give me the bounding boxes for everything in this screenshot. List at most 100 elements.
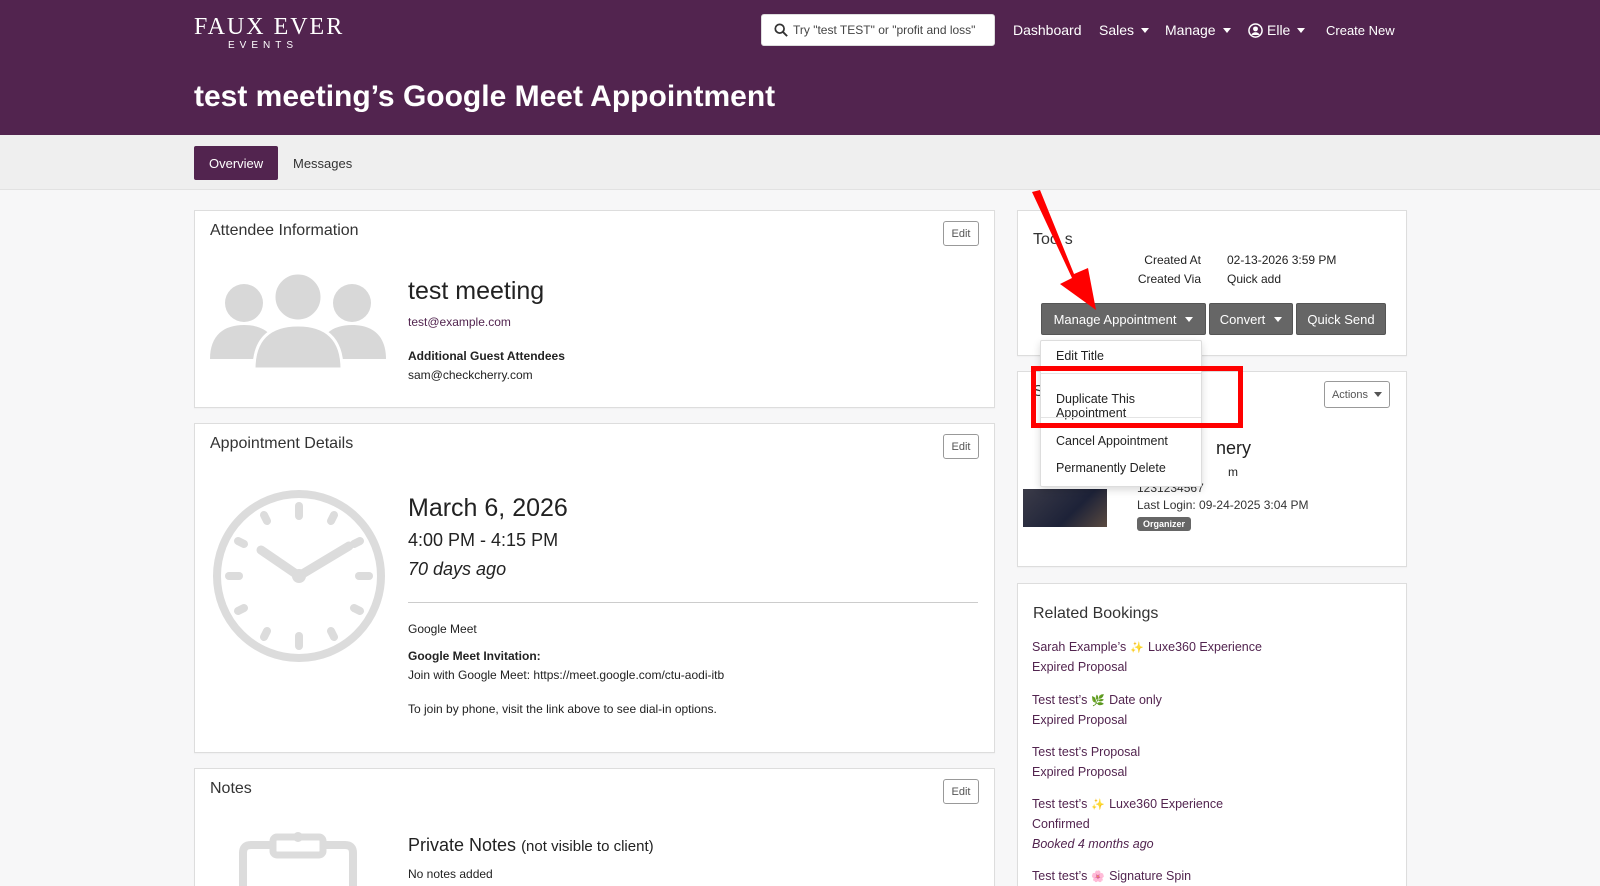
tab-messages[interactable]: Messages: [278, 146, 367, 180]
related-booking-name: Test test’s: [1032, 869, 1088, 883]
appointment-time: 4:00 PM - 4:15 PM: [408, 530, 559, 550]
staff-photo: [1023, 489, 1107, 527]
guest-attendees-label: Additional Guest Attendees: [408, 349, 565, 363]
related-booking-link[interactable]: Test test’s 🌿 Date only: [1032, 693, 1162, 707]
staff-last-login: Last Login: 09-24-2025 3:04 PM: [1137, 498, 1309, 512]
related-booking-package: Luxe360 Experience: [1147, 640, 1262, 654]
create-new-label: Create New: [1326, 23, 1395, 38]
related-booking-name: Test test’s: [1032, 797, 1088, 811]
user-circle-icon: [1248, 22, 1263, 38]
menu-item-delete[interactable]: Permanently Delete: [1056, 461, 1166, 475]
created-via-label: Created Via: [1137, 272, 1201, 286]
sparkle-icon: ✨: [1091, 799, 1106, 811]
created-via-value: Quick add: [1227, 272, 1282, 286]
nav-user-menu[interactable]: Elle: [1248, 22, 1306, 38]
attendee-name: test meeting: [408, 277, 545, 305]
staff-actions-label: Actions: [1331, 388, 1369, 401]
appointment-location: Google Meet: [408, 622, 477, 636]
related-bookings-title: Related Bookings: [1033, 605, 1159, 622]
chevron-down-icon: [1222, 27, 1231, 33]
related-booking-status: Confirmed: [1032, 817, 1090, 831]
nav-dashboard-label: Dashboard: [1013, 22, 1082, 38]
quick-send-button[interactable]: Quick Send: [1296, 303, 1386, 335]
related-booking-status: Expired Proposal: [1032, 713, 1128, 727]
chevron-down-icon: [1374, 392, 1383, 397]
related-booking-package: Luxe360 Experience: [1109, 797, 1224, 811]
sparkle-icon: 🌿: [1091, 695, 1106, 707]
related-booking-name: Test test’s Proposal: [1032, 745, 1141, 759]
appointment-date: March 6, 2026: [408, 494, 568, 522]
quick-send-label: Quick Send: [1307, 311, 1375, 327]
chevron-down-icon: [1297, 27, 1306, 33]
convert-label: Convert: [1219, 311, 1266, 327]
related-booking-link[interactable]: Sarah Example’s ✨ Luxe360 Experience: [1032, 640, 1262, 654]
search-input[interactable]: [793, 23, 988, 37]
notes-panel: Notes Edit Private Notes (not visible to…: [194, 768, 995, 886]
brand-line2: EVENTS: [228, 40, 299, 51]
top-header: FAUX EVER EVENTS Dashboard Sales Manage …: [0, 0, 1600, 135]
menu-item-edit-title[interactable]: Edit Title: [1056, 349, 1104, 363]
chevron-down-icon: [1185, 316, 1194, 322]
appointment-details-panel: Appointment Details Edit March 6, 2026 4…: [194, 423, 995, 753]
created-at-value: 02-13-2026 3:59 PM: [1227, 253, 1337, 267]
related-booking-package: Date only: [1109, 693, 1162, 707]
guest-attendee-email: sam@checkcherry.com: [408, 368, 533, 382]
staff-email[interactable]: m: [1228, 465, 1238, 479]
sparkle-icon: ✨: [1130, 642, 1144, 654]
chevron-down-icon: [1274, 316, 1283, 322]
brand-logo[interactable]: FAUX EVER EVENTS: [194, 14, 344, 52]
clipboard-icon: [239, 832, 357, 886]
related-booking-note: Booked 4 months ago: [1032, 837, 1154, 851]
menu-item-cancel[interactable]: Cancel Appointment: [1056, 434, 1168, 448]
private-notes-label: Private Notes: [408, 835, 517, 855]
related-booking-package: Signature Spin: [1109, 869, 1192, 883]
notes-empty-text: No notes added: [408, 867, 493, 881]
created-at-label: Created At: [1144, 253, 1201, 267]
nav-sales[interactable]: Sales: [1099, 22, 1150, 38]
nav-sales-label: Sales: [1099, 22, 1135, 38]
staff-actions-button[interactable]: Actions: [1324, 381, 1390, 408]
details-divider: [408, 602, 978, 603]
meet-invitation-text: Join with Google Meet: https://meet.goog…: [408, 668, 725, 682]
staff-name[interactable]: nery: [1216, 438, 1251, 459]
attendee-email-link[interactable]: test@example.com: [408, 315, 511, 329]
convert-button[interactable]: Convert: [1209, 303, 1293, 335]
notes-panel-title: Notes: [210, 780, 252, 797]
nav-manage-label: Manage: [1165, 22, 1216, 38]
appointment-edit-button[interactable]: Edit: [943, 434, 979, 459]
annotation-arrow-icon: [1032, 190, 1096, 310]
attendee-panel: Attendee Information Edit test meeting t…: [194, 210, 995, 408]
chevron-down-icon: [1141, 27, 1150, 33]
meet-phone-text: To join by phone, visit the link above t…: [408, 702, 717, 716]
search-icon: [774, 23, 788, 37]
sparkle-icon: 🌸: [1091, 871, 1106, 883]
nav-manage[interactable]: Manage: [1165, 22, 1231, 38]
related-booking-status: Expired Proposal: [1032, 765, 1128, 779]
related-booking-link[interactable]: Test test’s 🌸 Signature Spin: [1032, 869, 1191, 883]
related-booking-name: Test test’s: [1032, 693, 1088, 707]
private-notes-sub: (not visible to client): [521, 838, 654, 855]
highlight-box: [1031, 366, 1243, 428]
related-booking-name: Sarah Example’s: [1032, 640, 1127, 654]
page-title: test meeting’s Google Meet Appointment: [194, 80, 776, 113]
notes-edit-button[interactable]: Edit: [943, 779, 979, 804]
group-avatar-icon: [210, 273, 386, 369]
create-new-link[interactable]: Create New: [1326, 23, 1395, 38]
appointment-panel-title: Appointment Details: [210, 435, 354, 452]
related-booking-link[interactable]: Test test’s ✨ Luxe360 Experience: [1032, 797, 1223, 811]
related-booking-link[interactable]: Test test’s Proposal: [1032, 745, 1140, 759]
clock-icon: [213, 490, 385, 662]
nav-user-label: Elle: [1267, 22, 1291, 38]
nav-dashboard[interactable]: Dashboard: [1013, 22, 1082, 38]
private-notes-heading: Private Notes (not visible to client): [408, 835, 654, 856]
tab-overview[interactable]: Overview: [194, 146, 279, 180]
brand-line1: FAUX EVER: [194, 14, 345, 40]
related-booking-status: Expired Proposal: [1032, 660, 1128, 674]
organizer-badge: Organizer: [1137, 517, 1192, 531]
attendee-edit-button[interactable]: Edit: [943, 221, 979, 246]
search-box[interactable]: [761, 14, 995, 46]
tabs-bar: Overview Messages: [0, 135, 1600, 190]
attendee-panel-title: Attendee Information: [210, 222, 359, 239]
appointment-relative-time: 70 days ago: [408, 559, 507, 579]
meet-invitation-label: Google Meet Invitation:: [408, 649, 541, 663]
